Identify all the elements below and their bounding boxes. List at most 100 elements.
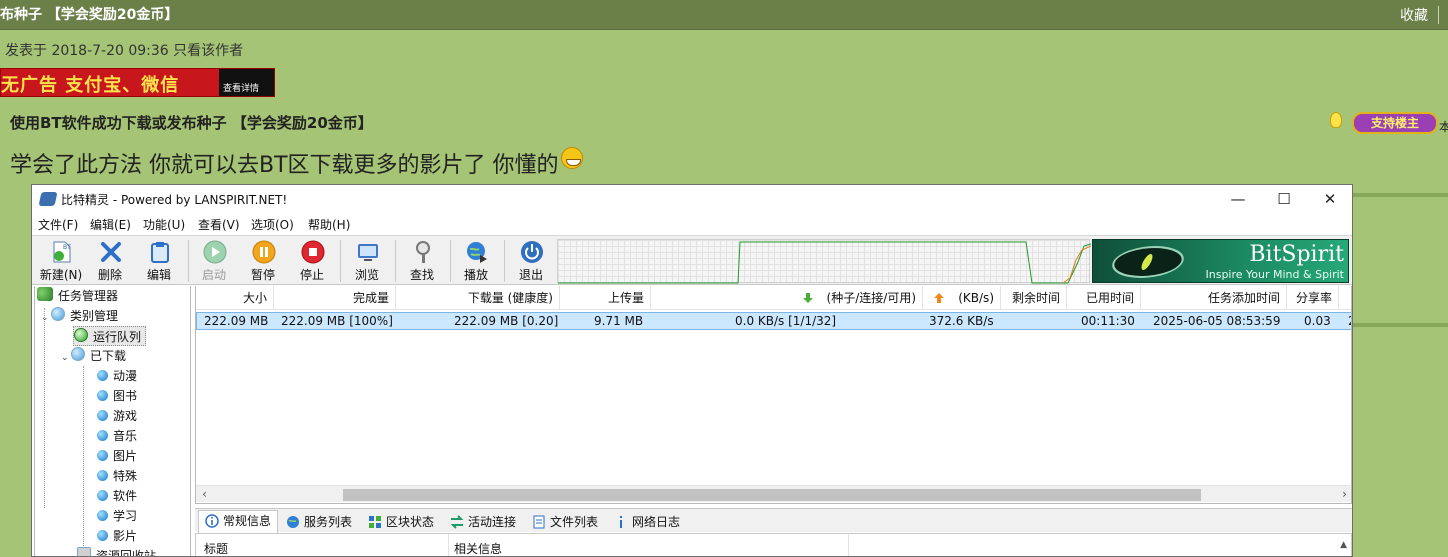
delete-icon	[101, 242, 121, 262]
tree-running-queue[interactable]: 运行队列	[73, 326, 147, 346]
toolbar-separator	[450, 240, 451, 282]
category-dot-icon	[97, 510, 108, 521]
info-letter-icon	[620, 516, 622, 528]
ad-banner[interactable]: 无广告 支付宝、微信 查看详情	[0, 68, 275, 97]
column-divider	[448, 534, 449, 556]
tree-recycle-bin[interactable]: 资源回收站	[77, 546, 156, 556]
browse-icon	[358, 244, 378, 261]
category-icon	[51, 307, 65, 321]
scrollbar-thumb[interactable]	[343, 489, 1201, 501]
menu-view[interactable]: 查看(V)	[198, 216, 240, 233]
edit-button[interactable]: 编辑	[135, 238, 183, 284]
minimize-button[interactable]: —	[1215, 185, 1261, 213]
cell-share-ratio: 0.03	[1304, 314, 1331, 328]
play-button[interactable]: 播放	[452, 238, 500, 284]
tab-general-info[interactable]: 常规信息	[198, 510, 279, 534]
toolbar-separator	[340, 240, 341, 282]
post-meta: 发表于 2018-7-20 09:36 只看该作者	[5, 43, 244, 59]
tab-active-connections[interactable]: 活动连接	[443, 511, 523, 533]
stop-button[interactable]: 停止	[288, 238, 336, 284]
scroll-left-icon[interactable]: ‹	[196, 486, 213, 503]
power-icon	[521, 241, 543, 263]
ad-banner-text: 无广告 支付宝、微信	[1, 75, 180, 96]
horizontal-scrollbar[interactable]: ‹ ›	[196, 485, 1351, 503]
col-elapsed[interactable]: 已用时间	[1067, 286, 1141, 310]
tree-item-books[interactable]: 图书	[97, 386, 137, 406]
tree-item-games[interactable]: 游戏	[97, 406, 137, 426]
delete-button[interactable]: 删除	[86, 238, 134, 284]
lightbulb-icon	[1330, 112, 1342, 128]
cell-completed: 222.09 MB [100%]	[281, 314, 393, 328]
col-upload-rate[interactable]: (KB/s)	[923, 286, 1001, 310]
menu-options[interactable]: 选项(O)	[251, 216, 294, 233]
speed-graph-lines	[558, 241, 1091, 284]
tab-service-list[interactable]: 服务列表	[279, 511, 359, 533]
pause-button[interactable]: 暂停	[239, 238, 287, 284]
menu-help[interactable]: 帮助(H)	[308, 216, 350, 233]
support-author-badge[interactable]: 支持楼主	[1352, 112, 1438, 134]
scroll-right-icon[interactable]: ›	[1336, 486, 1351, 503]
window-title: 比特精灵 - Powered by LANSPIRIT.NET!	[61, 193, 288, 207]
tree-line	[44, 308, 45, 508]
tree-downloaded[interactable]: ⌄ 已下载	[61, 346, 126, 366]
menu-edit[interactable]: 编辑(E)	[90, 216, 131, 233]
downloaded-icon	[71, 347, 85, 361]
exit-button[interactable]: 退出	[507, 238, 555, 284]
col-downloaded[interactable]: 下载量 (健康度)	[396, 286, 560, 310]
col-uploaded[interactable]: 上传量	[560, 286, 651, 310]
new-task-button[interactable]: BT 新建(N)	[37, 238, 85, 284]
tree-item-movies[interactable]: 影片	[97, 526, 137, 546]
speed-graph	[557, 239, 1091, 284]
menu-function[interactable]: 功能(U)	[143, 216, 185, 233]
collapse-arrow-icon[interactable]: ⌄	[41, 308, 51, 328]
tree-category-management[interactable]: ⌄ 类别管理	[41, 306, 118, 326]
favorite-link[interactable]: 收藏	[1400, 5, 1428, 25]
col-completed[interactable]: 完成量	[274, 286, 396, 310]
tree-root-task-manager[interactable]: 任务管理器	[37, 286, 118, 306]
scroll-up-icon[interactable]: ▲	[1340, 540, 1347, 550]
bitspirit-window: 比特精灵 - Powered by LANSPIRIT.NET! — ☐ ✕ 文…	[31, 184, 1353, 557]
tree-item-software[interactable]: 软件	[97, 486, 137, 506]
toolbar-separator	[504, 240, 505, 282]
pause-icon	[252, 240, 276, 264]
tree-item-study[interactable]: 学习	[97, 506, 137, 526]
col-size[interactable]: 大小	[196, 286, 274, 310]
browse-button[interactable]: 浏览	[343, 238, 391, 284]
tab-network-log[interactable]: 网络日志	[607, 511, 687, 533]
category-dot-icon	[97, 390, 108, 401]
category-dot-icon	[97, 530, 108, 541]
search-button[interactable]: 查找	[398, 238, 446, 284]
tree-line	[83, 366, 84, 556]
collapse-arrow-icon[interactable]: ⌄	[61, 348, 71, 368]
tab-block-status[interactable]: 区块状态	[361, 511, 441, 533]
tree-item-special[interactable]: 特殊	[97, 466, 137, 486]
category-dot-icon	[97, 450, 108, 461]
tree-item-music[interactable]: 音乐	[97, 426, 137, 446]
tree-item-pictures[interactable]: 图片	[97, 446, 137, 466]
start-button[interactable]: 启动	[190, 238, 238, 284]
side-text: 本	[1439, 120, 1448, 134]
detail-tabs: 常规信息 服务列表 区块状态 活动连接 文件列表 网络日志	[195, 508, 1352, 534]
category-dot-icon	[97, 410, 108, 421]
cell-overflow: 2	[1348, 313, 1351, 329]
col-added-time[interactable]: 任务添加时间	[1141, 286, 1287, 310]
new-task-icon: BT	[53, 241, 71, 263]
globe-icon	[287, 516, 299, 528]
logo-eye-icon	[1105, 246, 1191, 278]
col-remaining[interactable]: 剩余时间	[1001, 286, 1067, 310]
tree-item-anime[interactable]: 动漫	[97, 366, 137, 386]
col-share-ratio[interactable]: 分享率	[1287, 286, 1339, 310]
ad-banner-detail[interactable]: 查看详情	[219, 69, 274, 96]
logo-name: BitSpirit	[1249, 242, 1344, 267]
start-icon	[203, 240, 227, 264]
table-row[interactable]: 222.09 MB 222.09 MB [100%] 222.09 MB [0.…	[196, 312, 1351, 330]
grin-smiley-icon	[560, 147, 583, 169]
thread-title: 布种子 【学会奖励20金币】	[0, 7, 179, 23]
menu-file[interactable]: 文件(F)	[38, 216, 78, 233]
title-bar[interactable]: 比特精灵 - Powered by LANSPIRIT.NET! — ☐ ✕	[32, 185, 1352, 213]
close-button[interactable]: ✕	[1307, 185, 1352, 213]
maximize-button[interactable]: ☐	[1261, 185, 1307, 213]
col-download-rate[interactable]: (种子/连接/可用)	[651, 286, 923, 310]
cell-added-time: 2025-06-05 08:53:59	[1153, 314, 1281, 328]
tab-file-list[interactable]: 文件列表	[525, 511, 605, 533]
